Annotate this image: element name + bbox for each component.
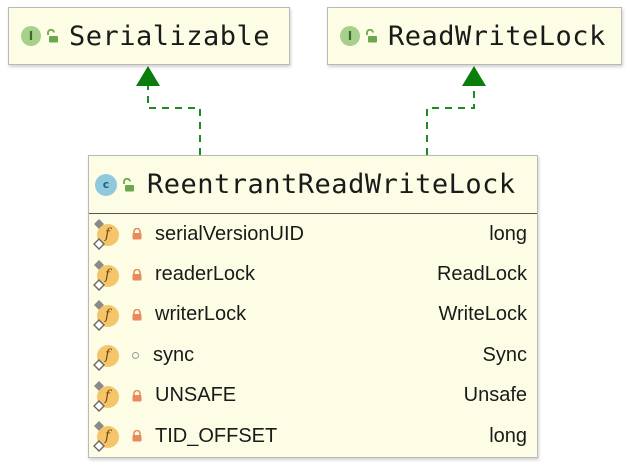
private-visibility-icon	[132, 308, 142, 321]
field-icon: f	[93, 219, 119, 251]
relation-line	[147, 82, 201, 155]
field-name: sync	[153, 343, 195, 366]
final-marker-icon	[93, 399, 105, 412]
final-marker-icon	[93, 278, 105, 291]
class-node-reentrantreadwritelock[interactable]: c ReentrantReadWriteLock f serialVersion…	[88, 155, 538, 458]
field-row-readerlock[interactable]: f readerLock ReadLock	[89, 254, 537, 294]
field-row-serialversionuid[interactable]: f serialVersionUID long	[89, 214, 537, 254]
field-name: serialVersionUID	[155, 222, 304, 245]
relation-line	[426, 82, 475, 155]
interface-icon: I	[340, 26, 360, 46]
class-name: ReentrantReadWriteLock	[147, 169, 516, 200]
field-type: long	[489, 424, 527, 447]
field-name: writerLock	[155, 303, 247, 326]
class-header: c ReentrantReadWriteLock	[89, 156, 537, 214]
public-visibility-icon	[366, 29, 377, 43]
interface-name: ReadWriteLock	[388, 20, 606, 52]
field-icon: f	[93, 343, 119, 372]
field-type: Sync	[482, 343, 527, 366]
field-name: readerLock	[155, 263, 256, 286]
private-visibility-icon	[132, 268, 142, 281]
interface-node-serializable[interactable]: I Serializable	[8, 7, 290, 65]
final-marker-icon	[93, 238, 105, 251]
final-marker-icon	[93, 318, 105, 331]
package-visibility-icon	[132, 351, 139, 359]
final-marker-icon	[93, 440, 105, 453]
field-row-writerlock[interactable]: f writerLock WriteLock	[89, 295, 537, 335]
field-icon: f	[93, 380, 119, 412]
field-row-unsafe[interactable]: f UNSAFE Unsafe	[89, 376, 537, 416]
field-icon: f	[93, 421, 119, 453]
arrow-head	[462, 66, 486, 86]
interface-name: Serializable	[69, 20, 271, 52]
field-type: WriteLock	[438, 303, 527, 326]
interface-icon: I	[21, 26, 41, 46]
private-visibility-icon	[132, 389, 142, 402]
class-icon: c	[95, 173, 117, 196]
private-visibility-icon	[132, 228, 142, 240]
final-marker-icon	[93, 359, 105, 372]
field-row-tid-offset[interactable]: f TID_OFFSET long	[89, 416, 537, 456]
field-icon: f	[93, 299, 119, 331]
field-type: ReadLock	[436, 263, 527, 286]
public-visibility-icon	[123, 177, 134, 191]
field-type: Unsafe	[463, 384, 527, 407]
field-icon: f	[93, 259, 119, 291]
field-name: UNSAFE	[155, 384, 237, 407]
field-list: f serialVersionUID long f readerLock Rea…	[89, 214, 537, 456]
interface-node-readwritelock[interactable]: I ReadWriteLock	[327, 7, 622, 65]
arrow-head	[136, 66, 160, 86]
implements-relation-readwritelock	[426, 66, 486, 155]
implements-relation-serializable	[136, 66, 201, 155]
field-row-sync[interactable]: f sync Sync	[89, 335, 537, 375]
private-visibility-icon	[132, 430, 142, 442]
field-type: long	[489, 222, 527, 245]
field-name: TID_OFFSET	[155, 424, 278, 447]
public-visibility-icon	[47, 29, 58, 43]
